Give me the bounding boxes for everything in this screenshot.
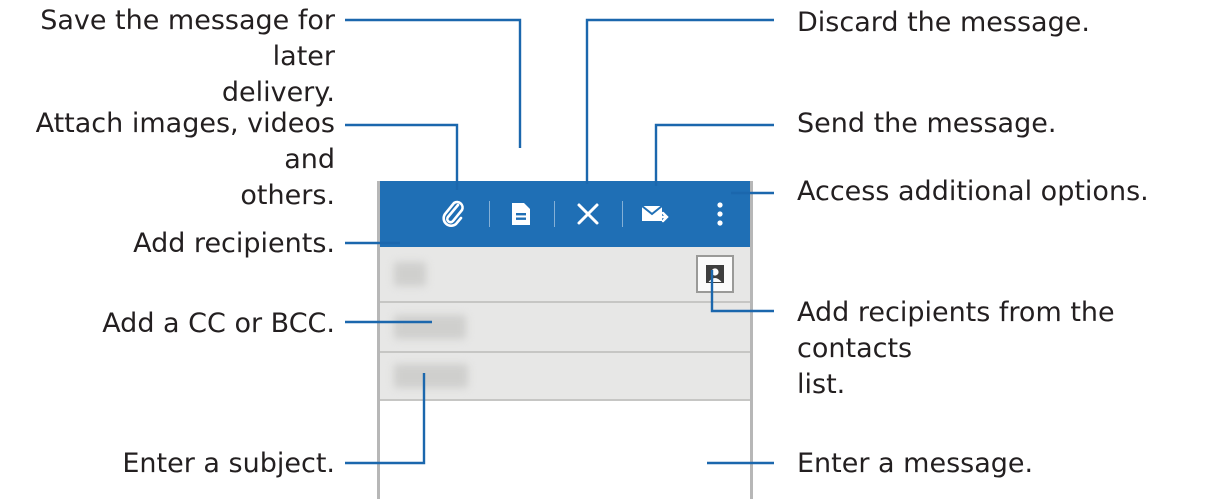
more-options-button[interactable] xyxy=(698,181,742,247)
send-mail-icon xyxy=(641,205,669,223)
more-vertical-icon xyxy=(717,202,723,226)
cc-bcc-placeholder xyxy=(394,315,466,339)
save-draft-icon xyxy=(512,203,530,225)
callout-save-later: Save the message for later delivery. xyxy=(40,5,335,108)
action-bar xyxy=(380,181,750,247)
paperclip-icon xyxy=(442,200,464,228)
callout-attach: Attach images, videos and others. xyxy=(35,108,335,211)
toolbar-divider xyxy=(489,201,490,227)
subject-placeholder xyxy=(394,364,468,388)
callout-add-cc-bcc: Add a CC or BCC. xyxy=(102,308,335,339)
message-body-area[interactable] xyxy=(380,401,750,499)
recipients-field[interactable] xyxy=(380,247,750,303)
callout-more-options: Access additional options. xyxy=(797,176,1149,207)
cc-bcc-field[interactable] xyxy=(380,303,750,353)
toolbar-divider xyxy=(622,201,623,227)
toolbar-divider xyxy=(554,201,555,227)
callout-send: Send the message. xyxy=(797,108,1057,139)
close-icon xyxy=(577,203,599,225)
leader-discard xyxy=(585,18,774,184)
callout-enter-subject: Enter a subject. xyxy=(122,448,335,479)
callout-add-from-contacts: Add recipients from the contacts list. xyxy=(797,297,1115,400)
recipients-placeholder xyxy=(394,262,426,286)
callout-enter-message: Enter a message. xyxy=(797,448,1034,479)
contacts-button[interactable] xyxy=(696,255,734,293)
save-draft-button[interactable] xyxy=(499,181,543,247)
discard-button[interactable] xyxy=(566,181,610,247)
leader-save-later xyxy=(345,18,522,148)
contact-icon xyxy=(706,265,724,283)
callout-discard: Discard the message. xyxy=(797,7,1090,38)
leader-send xyxy=(654,123,774,186)
attach-button[interactable] xyxy=(432,181,476,247)
subject-field[interactable] xyxy=(380,353,750,401)
compose-screen xyxy=(377,181,753,499)
send-button[interactable] xyxy=(633,181,677,247)
callout-add-recipients: Add recipients. xyxy=(133,228,335,259)
